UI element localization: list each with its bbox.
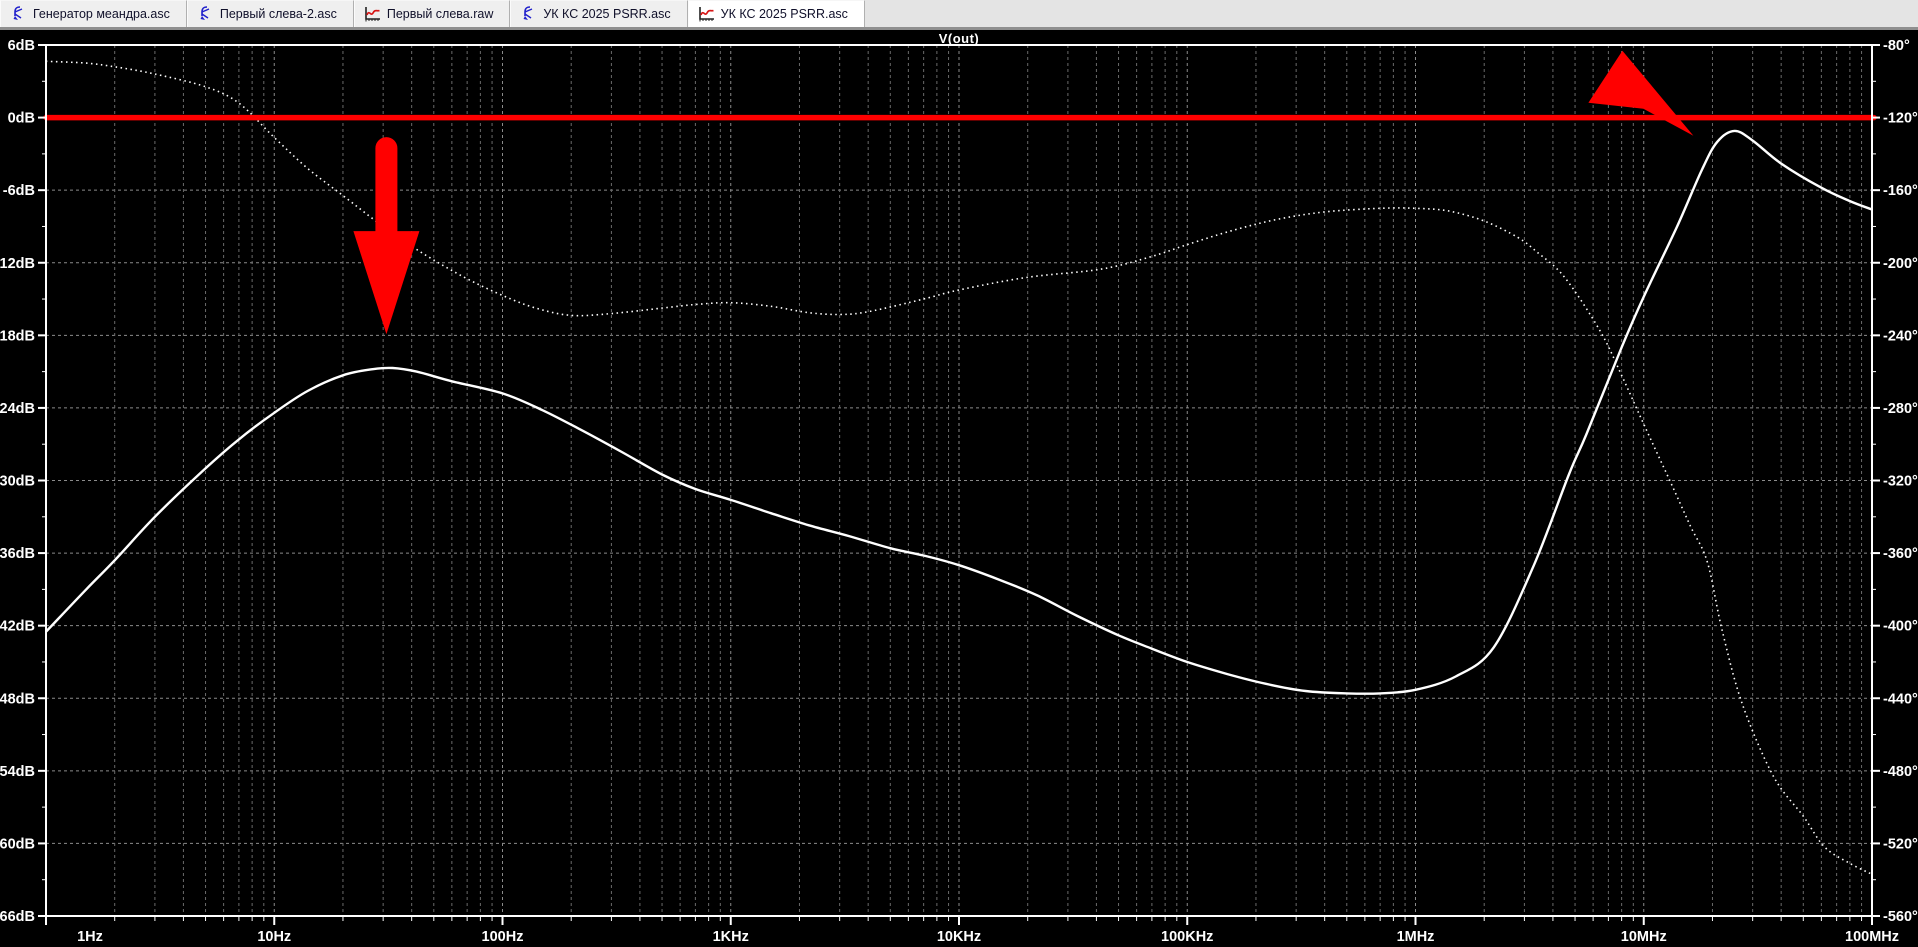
svg-text:-400°: -400° [1883,619,1918,635]
svg-text:-6dB: -6dB [3,183,35,199]
annotations [43,50,1877,335]
svg-text:0dB: 0dB [8,111,35,127]
schematic-icon [520,6,537,22]
tab-label: УК КС 2025 PSRR.asc [720,7,848,21]
ltspice-window: Генератор меандра.asc Первый слева-2.asc… [0,0,1918,947]
schematic-icon [10,6,27,22]
svg-text:-520°: -520° [1883,836,1918,852]
svg-text:-30dB: -30dB [0,474,35,490]
bode-plot-canvas[interactable]: 6dB0dB-6dB-12dB-18dB-24dB-30dB-36dB-42dB… [0,30,1918,947]
plot-title: V(out) [938,31,980,46]
tab-label: Первый слева-2.asc [219,7,337,21]
svg-text:1Hz: 1Hz [77,929,103,945]
svg-text:-18dB: -18dB [0,328,35,344]
svg-text:10Hz: 10Hz [257,929,291,945]
tab-perviy-sleva-raw[interactable]: Первый слева.raw [353,0,511,27]
tab-perviy-sleva-2[interactable]: Первый слева-2.asc [186,0,354,27]
svg-text:100MHz: 100MHz [1845,929,1899,945]
svg-text:10KHz: 10KHz [937,929,981,945]
svg-text:1MHz: 1MHz [1397,929,1435,945]
waveform-pane: V(out) 6dB0dB-6dB-12dB-18dB-24dB-30dB-36… [0,30,1918,947]
tabbar-empty-space [864,0,1918,27]
svg-text:-66dB: -66dB [0,909,35,925]
svg-text:-440°: -440° [1883,691,1918,707]
red-pointer-arrow [1588,50,1694,136]
svg-text:-280°: -280° [1883,401,1918,417]
svg-text:-48dB: -48dB [0,691,35,707]
tab-uk-ks-2025-psrr-plot[interactable]: УК КС 2025 PSRR.asc [687,0,865,27]
document-tabbar: Генератор меандра.asc Первый слева-2.asc… [0,0,1918,30]
tab-generator-meandra[interactable]: Генератор меандра.asc [0,0,187,27]
tab-label: Первый слева.raw [386,7,494,21]
svg-text:-200°: -200° [1883,256,1918,272]
waveform-icon [698,6,715,22]
svg-text:100Hz: 100Hz [482,929,524,945]
svg-text:-360°: -360° [1883,546,1918,562]
svg-text:-320°: -320° [1883,474,1918,490]
schematic-icon [197,6,214,22]
tab-uk-ks-2025-psrr-asc[interactable]: УК КС 2025 PSRR.asc [510,0,688,27]
svg-text:-12dB: -12dB [0,256,35,272]
svg-text:-54dB: -54dB [0,764,35,780]
svg-text:-240°: -240° [1883,328,1918,344]
tab-label: Генератор меандра.asc [33,7,170,21]
tab-label: УК КС 2025 PSRR.asc [543,7,671,21]
svg-text:-480°: -480° [1883,764,1918,780]
svg-text:-120°: -120° [1883,111,1918,127]
svg-text:-560°: -560° [1883,909,1918,925]
red-down-arrow [353,137,420,335]
svg-text:100KHz: 100KHz [1161,929,1213,945]
waveform-icon [364,6,381,22]
svg-text:-24dB: -24dB [0,401,35,417]
svg-text:-36dB: -36dB [0,546,35,562]
svg-text:-42dB: -42dB [0,619,35,635]
svg-text:1KHz: 1KHz [713,929,749,945]
svg-text:10MHz: 10MHz [1621,929,1667,945]
svg-text:-160°: -160° [1883,183,1918,199]
svg-text:-60dB: -60dB [0,836,35,852]
grid-lines [46,45,1872,916]
